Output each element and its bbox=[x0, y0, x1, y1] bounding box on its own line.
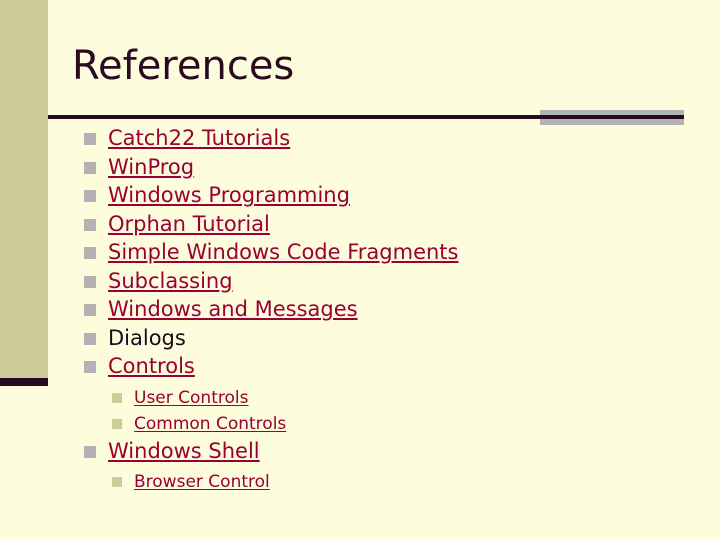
reference-link[interactable]: Windows Shell bbox=[108, 439, 260, 463]
square-bullet-icon bbox=[84, 247, 96, 259]
list-item[interactable]: Orphan Tutorial bbox=[80, 210, 700, 239]
list-item[interactable]: Catch22 Tutorials bbox=[80, 124, 700, 153]
square-bullet-icon bbox=[84, 275, 96, 288]
square-bullet-icon bbox=[84, 332, 96, 345]
reference-link[interactable]: Catch22 Tutorials bbox=[108, 126, 290, 150]
list-item[interactable]: Windows and Messages bbox=[80, 295, 700, 324]
reference-link[interactable]: Browser Control bbox=[134, 472, 270, 492]
list-item[interactable]: Simple Windows Code Fragments bbox=[80, 238, 700, 267]
reference-link[interactable]: Simple Windows Code Fragments bbox=[108, 240, 458, 264]
square-bullet-icon bbox=[112, 418, 122, 429]
square-bullet-icon bbox=[84, 218, 96, 231]
square-bullet-icon bbox=[84, 304, 96, 316]
decorative-left-band bbox=[0, 0, 48, 378]
list-item[interactable]: Windows Programming bbox=[80, 181, 700, 210]
square-bullet-icon bbox=[84, 445, 96, 458]
reference-text: Dialogs bbox=[108, 325, 186, 350]
square-bullet-icon bbox=[112, 477, 122, 487]
list-item[interactable]: WinProg bbox=[80, 153, 700, 182]
reference-list: Catch22 Tutorials WinProg Windows Progra… bbox=[80, 124, 700, 495]
list-item: Dialogs bbox=[80, 324, 700, 353]
square-bullet-icon bbox=[84, 190, 96, 202]
reference-link[interactable]: Common Controls bbox=[134, 414, 286, 434]
reference-link[interactable]: Windows and Messages bbox=[108, 297, 358, 321]
reference-link[interactable]: User Controls bbox=[134, 388, 248, 408]
sub-list-item[interactable]: Browser Control bbox=[80, 469, 700, 495]
list-item[interactable]: Controls bbox=[80, 352, 700, 381]
reference-link[interactable]: WinProg bbox=[108, 155, 194, 179]
square-bullet-icon bbox=[84, 361, 96, 373]
list-item[interactable]: Windows Shell bbox=[80, 437, 700, 466]
title-rule-line bbox=[48, 115, 684, 119]
reference-link[interactable]: Windows Programming bbox=[108, 183, 350, 207]
square-bullet-icon bbox=[112, 392, 122, 403]
decorative-left-band-cap bbox=[0, 378, 48, 386]
square-bullet-icon bbox=[84, 133, 96, 145]
sub-list-item[interactable]: User Controls bbox=[80, 385, 700, 411]
sub-list-item[interactable]: Common Controls bbox=[80, 411, 700, 437]
list-item[interactable]: Subclassing bbox=[80, 267, 700, 296]
slide-canvas: References Catch22 Tutorials WinProg Win… bbox=[0, 0, 720, 540]
reference-link[interactable]: Subclassing bbox=[108, 269, 233, 293]
square-bullet-icon bbox=[84, 161, 96, 174]
reference-link[interactable]: Orphan Tutorial bbox=[108, 212, 270, 236]
page-title: References bbox=[72, 43, 295, 89]
reference-link[interactable]: Controls bbox=[108, 354, 195, 378]
